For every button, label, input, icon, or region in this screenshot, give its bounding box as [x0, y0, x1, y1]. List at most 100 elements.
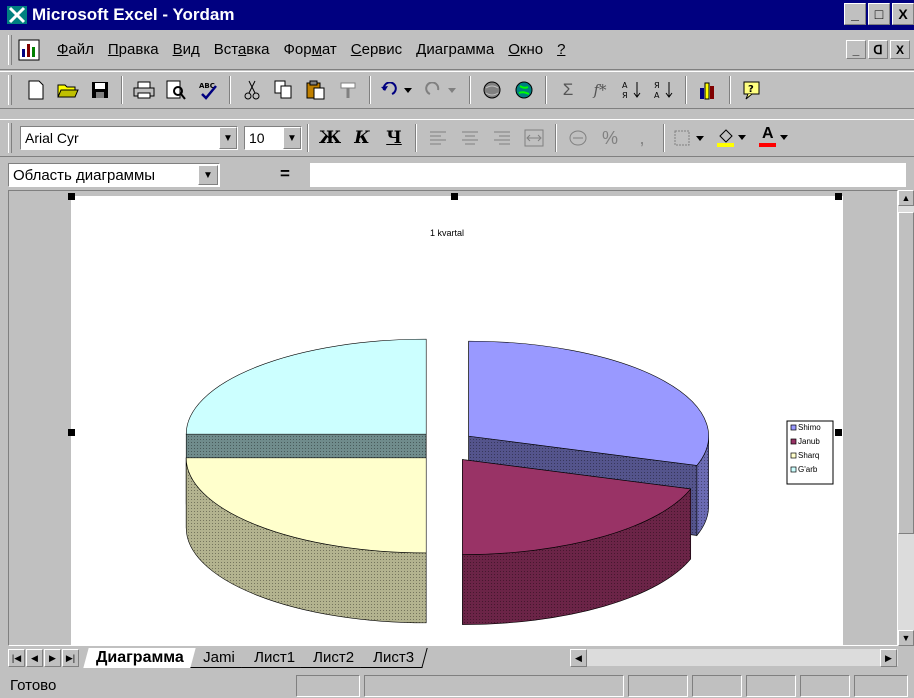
cut-icon[interactable] [238, 76, 266, 104]
legend-label: G'arb [798, 465, 818, 474]
next-sheet-icon[interactable]: ▶ [44, 649, 61, 667]
status-bar: Готово [0, 672, 914, 698]
first-sheet-icon[interactable]: |◀ [8, 649, 25, 667]
bold-button[interactable]: Ж [316, 124, 344, 152]
scroll-thumb[interactable] [898, 212, 914, 534]
formula-bar: Область диаграммы ▼ = [0, 160, 914, 190]
scroll-down-icon[interactable]: ▼ [898, 630, 914, 646]
standard-toolbar: ABC Σ f* AЯ ЯA ? [0, 71, 914, 109]
maximize-button[interactable]: □ [868, 3, 890, 25]
hyperlink-icon[interactable] [510, 76, 538, 104]
chevron-down-icon[interactable]: ▼ [198, 165, 218, 185]
workbook-icon[interactable] [16, 37, 42, 63]
legend-swatch [790, 424, 797, 431]
sort-ascending-icon[interactable]: AЯ [618, 76, 646, 104]
currency-icon[interactable] [564, 124, 592, 152]
undo-icon[interactable] [378, 76, 418, 104]
selection-handle[interactable] [835, 193, 842, 200]
function-icon[interactable]: f* [586, 76, 614, 104]
align-center-icon[interactable] [456, 124, 484, 152]
toolbar-separator [663, 124, 665, 152]
menu-edit[interactable]: Правка [101, 41, 166, 58]
font-name-select[interactable]: Arial Cyr ▼ [20, 126, 238, 150]
pie-slice[interactable] [462, 459, 692, 625]
fill-color-icon[interactable] [714, 124, 752, 152]
sheet-tab-sheet2[interactable]: Лист2 [300, 648, 369, 668]
menu-chart[interactable]: Диаграмма [409, 41, 501, 58]
chart-title[interactable]: 1 kvartal [430, 228, 464, 238]
minimize-button[interactable]: _ [844, 3, 866, 25]
sheet-tab-jami[interactable]: Jami [190, 648, 249, 668]
menu-tools[interactable]: Сервис [344, 41, 409, 58]
chart-wizard-icon[interactable] [694, 76, 722, 104]
prev-sheet-icon[interactable]: ◀ [26, 649, 43, 667]
font-size-select[interactable]: 10 ▼ [244, 126, 302, 150]
save-icon[interactable] [86, 76, 114, 104]
autosum-icon[interactable]: Σ [554, 76, 582, 104]
menu-window[interactable]: Окно [501, 41, 550, 58]
toolbar-separator [729, 76, 731, 104]
paste-icon[interactable] [302, 76, 330, 104]
svg-text:A: A [622, 81, 628, 90]
menu-view[interactable]: Вид [166, 41, 207, 58]
menu-insert[interactable]: Вставка [207, 41, 277, 58]
name-box[interactable]: Область диаграммы ▼ [8, 163, 220, 187]
close-button[interactable]: X [892, 3, 914, 25]
font-color-icon[interactable]: A [756, 124, 794, 152]
borders-icon[interactable] [672, 124, 710, 152]
last-sheet-icon[interactable]: ▶| [62, 649, 79, 667]
print-icon[interactable] [130, 76, 158, 104]
open-icon[interactable] [54, 76, 82, 104]
office-assistant-icon[interactable]: ? [738, 76, 766, 104]
toolbar-separator [307, 124, 309, 152]
sheet-tab-sheet1[interactable]: Лист1 [240, 648, 309, 668]
menu-format[interactable]: Формат [276, 41, 343, 58]
equals-button[interactable]: = [280, 164, 290, 184]
vertical-scrollbar[interactable]: ▲ ▼ [898, 190, 914, 646]
pie-chart[interactable]: 1 kvartal Shimo Janub Sharq G'arb [71, 196, 843, 647]
percent-button[interactable]: % [596, 124, 624, 152]
new-icon[interactable] [22, 76, 50, 104]
doc-minimize-button[interactable]: _ [846, 40, 866, 59]
menu-file[interactable]: Файл [50, 41, 101, 58]
align-right-icon[interactable] [488, 124, 516, 152]
underline-button[interactable]: Ч [380, 124, 408, 152]
italic-button[interactable]: К [348, 124, 376, 152]
spelling-icon[interactable]: ABC [194, 76, 222, 104]
menu-help[interactable]: ? [550, 41, 572, 58]
chart-legend[interactable]: Shimo Janub Sharq G'arb [786, 420, 834, 485]
legend-swatch [790, 466, 797, 473]
redo-icon[interactable] [422, 76, 462, 104]
toolbar-grip[interactable] [8, 75, 12, 105]
web-toolbar-icon[interactable] [478, 76, 506, 104]
excel-app-icon[interactable] [6, 4, 28, 26]
chevron-down-icon[interactable]: ▼ [283, 127, 301, 149]
copy-icon[interactable] [270, 76, 298, 104]
merge-center-icon[interactable] [520, 124, 548, 152]
doc-close-button[interactable]: X [890, 40, 910, 59]
sheet-tab-sheet3[interactable]: Лист3 [360, 648, 428, 668]
toolbar-separator [469, 76, 471, 104]
format-painter-icon[interactable] [334, 76, 362, 104]
chevron-down-icon[interactable]: ▼ [219, 127, 237, 149]
status-panel [364, 675, 624, 697]
selection-handle[interactable] [451, 193, 458, 200]
pie-slice[interactable] [185, 457, 427, 624]
sheet-tab-diagram[interactable]: Диаграмма [83, 648, 198, 668]
selection-handle[interactable] [68, 429, 75, 436]
horizontal-scrollbar[interactable]: ◀ ▶ [570, 649, 898, 667]
menubar-grip[interactable] [8, 34, 12, 65]
scroll-right-icon[interactable]: ▶ [880, 649, 897, 667]
comma-button[interactable]: , [628, 124, 656, 152]
selection-handle[interactable] [68, 193, 75, 200]
align-left-icon[interactable] [424, 124, 452, 152]
sort-descending-icon[interactable]: ЯA [650, 76, 678, 104]
scroll-left-icon[interactable]: ◀ [570, 649, 587, 667]
scroll-up-icon[interactable]: ▲ [898, 190, 914, 206]
print-preview-icon[interactable] [162, 76, 190, 104]
toolbar-grip[interactable] [8, 123, 12, 153]
selection-handle[interactable] [835, 429, 842, 436]
doc-restore-button[interactable]: ᗡ [868, 40, 888, 59]
chart-area[interactable]: 1 kvartal Shimo Janub Sharq G'arb [71, 196, 843, 647]
formula-input[interactable] [310, 163, 906, 187]
